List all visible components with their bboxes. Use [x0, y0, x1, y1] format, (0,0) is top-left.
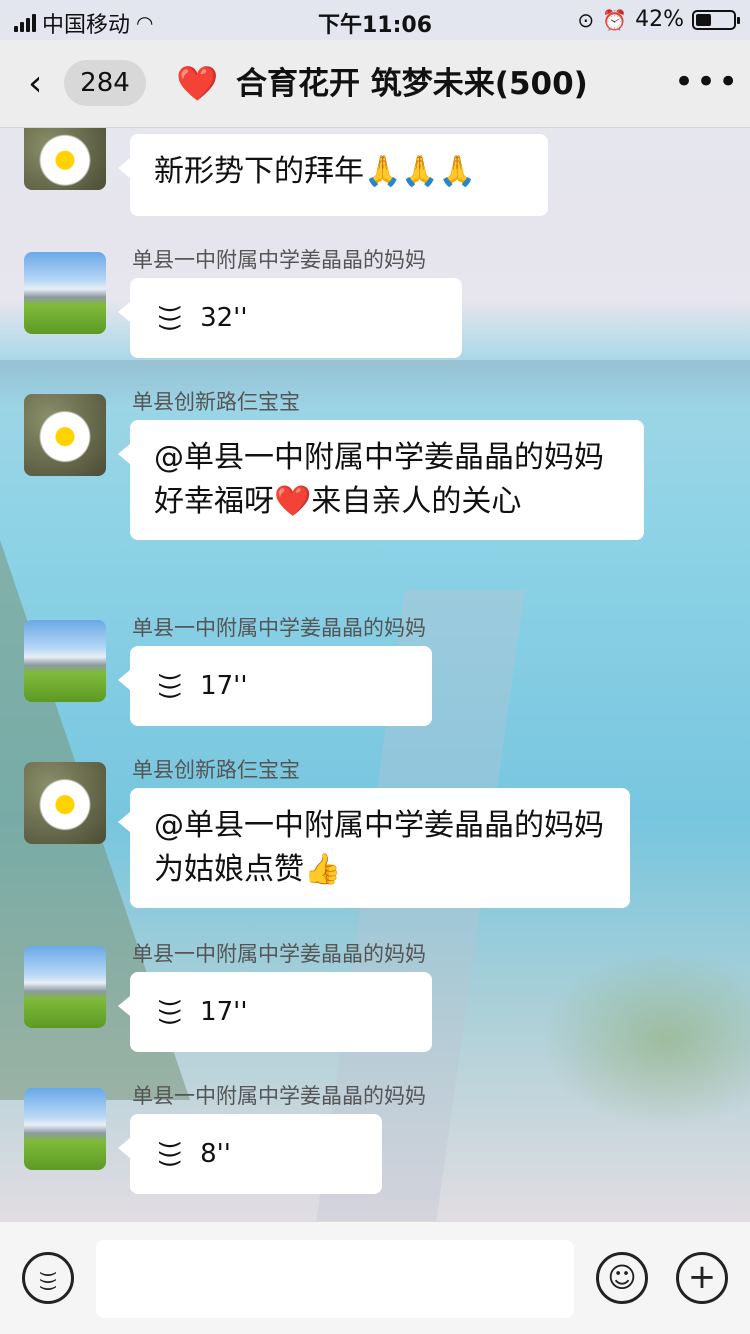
plus-icon[interactable]: +: [676, 1252, 728, 1304]
voice-wave-icon: ))): [156, 997, 185, 1027]
background-shore: [540, 950, 750, 1130]
background-horizon: [0, 360, 750, 410]
sender-name: 单县一中附属中学姜晶晶的妈妈: [132, 616, 426, 640]
voice-input-icon[interactable]: ))): [22, 1252, 74, 1304]
message-bubble[interactable]: @单县一中附属中学姜晶晶的妈妈 为姑娘点赞👍: [118, 788, 630, 908]
alarm-icon: ⏰: [602, 7, 628, 32]
avatar[interactable]: [24, 762, 106, 844]
chat-title[interactable]: 合育花开 筑梦未来(500): [236, 62, 588, 106]
input-bar: ))) ☺ +: [0, 1221, 750, 1334]
voice-duration: 32'': [200, 303, 248, 333]
status-bar: 中国移动 ◠ 下午11:06 ⊙ ⏰ 42%: [0, 0, 750, 40]
voice-message[interactable]: ))) 17'': [118, 646, 432, 726]
battery-icon: [692, 9, 740, 30]
voice-duration: 17'': [200, 997, 248, 1027]
heart-icon: ❤️: [176, 64, 219, 104]
voice-wave-icon: ))): [156, 303, 185, 333]
sender-name: 单县一中附属中学姜晶晶的妈妈: [132, 248, 426, 272]
sender-name: 单县创新路仨宝宝: [132, 758, 300, 782]
avatar[interactable]: [24, 620, 106, 702]
message-bubble[interactable]: 新形势下的拜年🙏🙏🙏: [118, 134, 548, 216]
chat-header: ‹ 284 ❤️ 合育花开 筑梦未来(500) •••: [0, 40, 750, 128]
sender-name: 单县一中附属中学姜晶晶的妈妈: [132, 942, 426, 966]
voice-duration: 17'': [200, 671, 248, 701]
more-icon[interactable]: •••: [674, 60, 740, 104]
sender-name: 单县一中附属中学姜晶晶的妈妈: [132, 1084, 426, 1108]
rotation-lock-icon: ⊙: [577, 7, 595, 32]
avatar[interactable]: [24, 252, 106, 334]
message-bubble[interactable]: @单县一中附属中学姜晶晶的妈妈 好幸福呀❤️来自亲人的关心: [118, 420, 644, 540]
voice-message[interactable]: ))) 32'': [118, 278, 462, 358]
voice-wave-icon: ))): [156, 1139, 185, 1169]
avatar[interactable]: [24, 946, 106, 1028]
sender-name: 单县创新路仨宝宝: [132, 390, 300, 414]
voice-duration: 8'': [200, 1139, 231, 1169]
battery-percent: 42%: [635, 7, 684, 32]
message-input[interactable]: [96, 1240, 574, 1318]
emoji-icon[interactable]: ☺: [596, 1252, 648, 1304]
voice-wave-icon: ))): [156, 671, 185, 701]
avatar[interactable]: [24, 128, 106, 190]
unread-count-badge[interactable]: 284: [64, 60, 146, 106]
avatar[interactable]: [24, 1088, 106, 1170]
avatar[interactable]: [24, 394, 106, 476]
voice-message[interactable]: ))) 8'': [118, 1114, 382, 1194]
voice-message[interactable]: ))) 17'': [118, 972, 432, 1052]
chevron-left-icon[interactable]: ‹: [28, 64, 42, 104]
